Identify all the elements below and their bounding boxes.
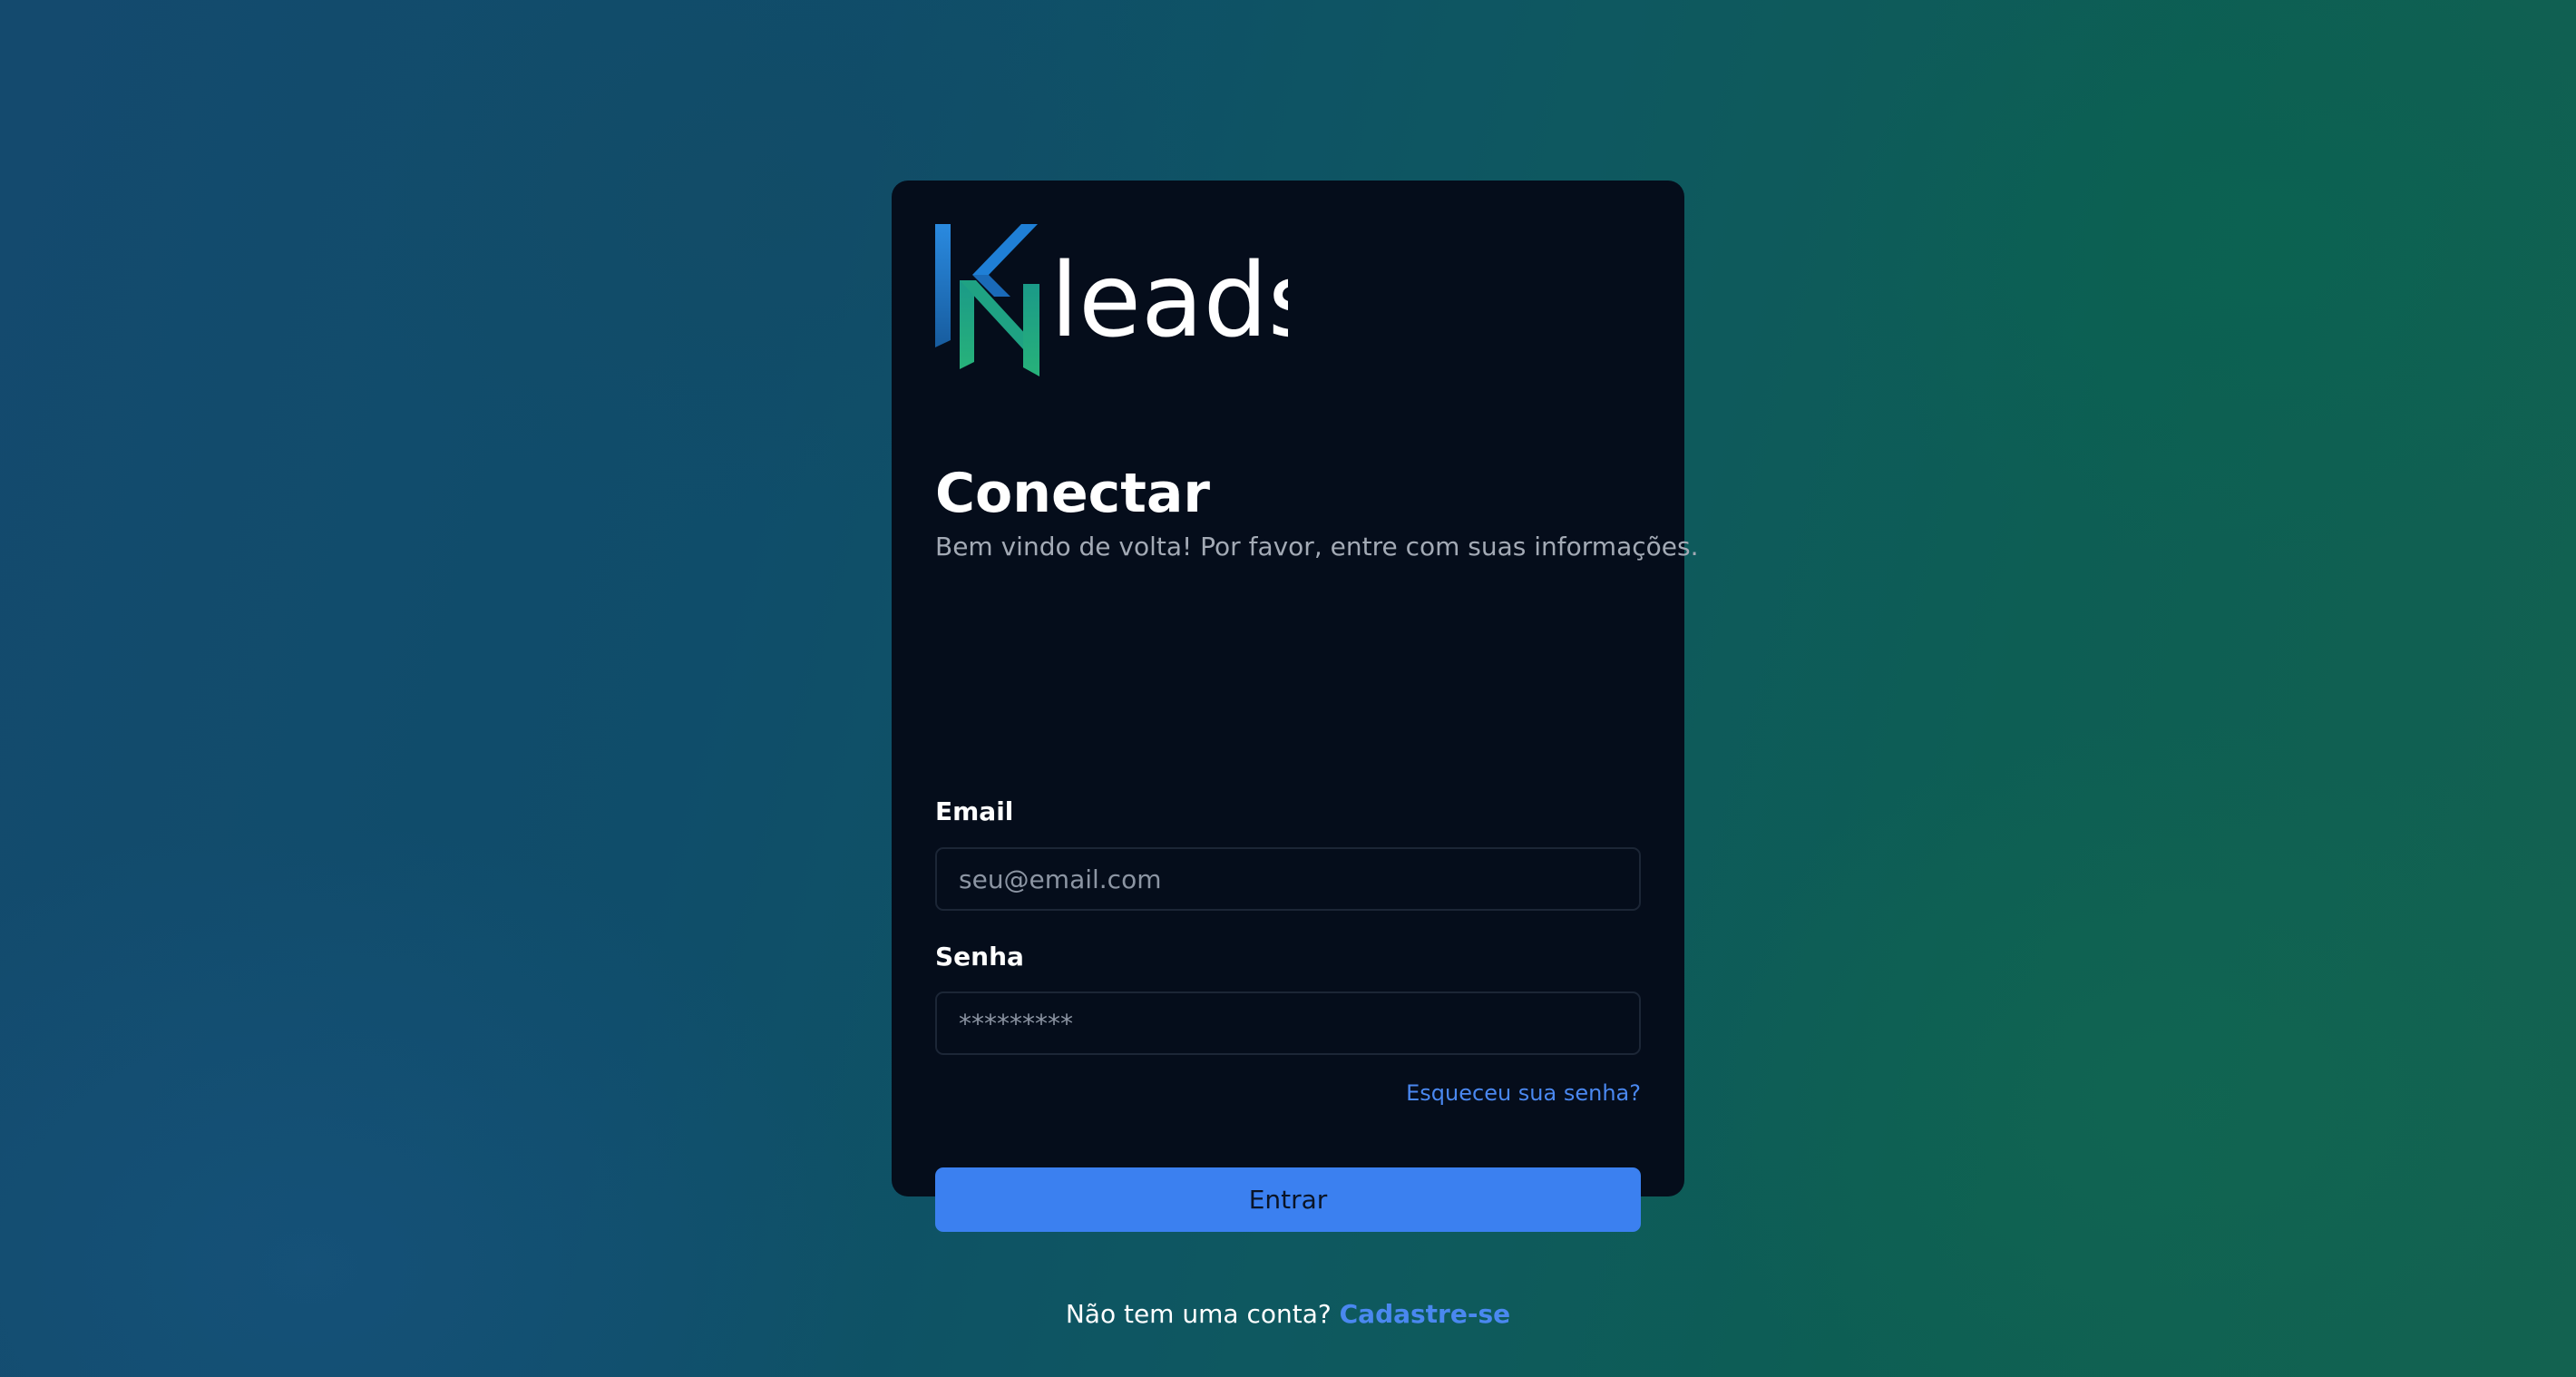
- password-field-label: Senha: [935, 942, 1024, 972]
- signup-prompt: Não tem uma conta?: [1065, 1299, 1332, 1329]
- page-subtitle: Bem vindo de volta! Por favor, entre com…: [935, 532, 1699, 562]
- email-field-label: Email: [935, 796, 1014, 826]
- signup-link[interactable]: Cadastre-se: [1340, 1299, 1511, 1329]
- forgot-password-link[interactable]: Esqueceu sua senha?: [1406, 1077, 1641, 1109]
- login-card: leads Conectar Bem vindo de volta! Por f…: [892, 181, 1698, 1329]
- password-field[interactable]: [935, 991, 1641, 1055]
- kn-mark-icon: [935, 224, 1039, 376]
- signup-row: Não tem uma conta? Cadastre-se: [892, 1296, 1684, 1333]
- logo-wordmark: leads: [1050, 242, 1288, 360]
- brand-logo: leads: [935, 224, 1288, 376]
- page-title: Conectar: [935, 462, 1210, 525]
- login-submit-button[interactable]: Entrar: [935, 1167, 1641, 1232]
- email-field[interactable]: [935, 847, 1641, 911]
